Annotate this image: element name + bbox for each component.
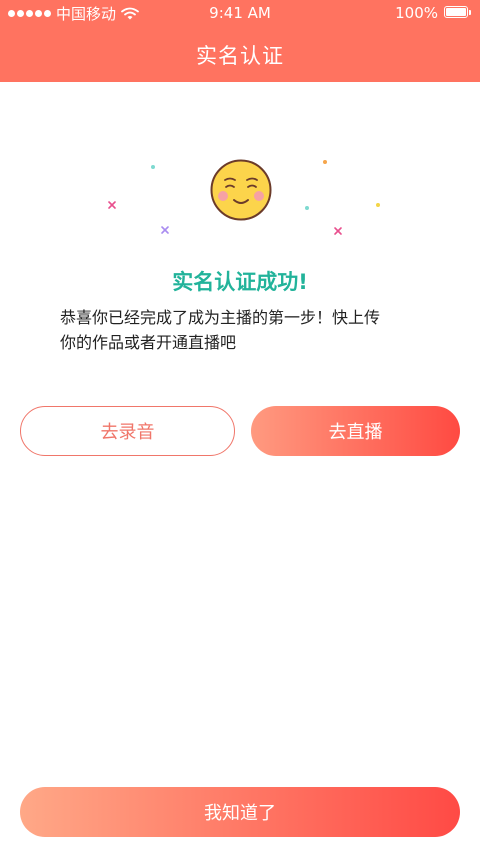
confetti-x-pink-left [108, 201, 116, 209]
success-message-line: 你的作品或者开通直播吧 [60, 333, 237, 352]
page-title: 实名认证 [196, 44, 284, 68]
smiley-face-icon [210, 159, 272, 221]
battery-percent: 100% [395, 4, 438, 22]
success-message-line: 恭喜你已经完成了成为主播的第一步！快上传 [60, 308, 381, 327]
confetti-x-pink-right [334, 227, 342, 235]
confetti-x-purple [161, 226, 169, 234]
go-live-button[interactable]: 去直播 [251, 406, 460, 456]
confetti-dot-cyan-right [305, 206, 309, 210]
got-it-button[interactable]: 我知道了 [20, 787, 460, 837]
battery-group: 100% [395, 4, 472, 22]
confetti-dot-orange [323, 160, 327, 164]
battery-icon [444, 6, 472, 20]
confetti-dot-cyan-left [151, 165, 155, 169]
status-bar: 中国移动 9:41 AM 100% [0, 0, 480, 26]
success-title: 实名认证成功! [172, 270, 308, 294]
go-record-button[interactable]: 去录音 [20, 406, 235, 456]
app-header: 中国移动 9:41 AM 100% 实名认证 [0, 0, 480, 82]
confetti-dot-yellow [376, 203, 380, 207]
success-message: 恭喜你已经完成了成为主播的第一步！快上传 你的作品或者开通直播吧 [60, 305, 440, 355]
